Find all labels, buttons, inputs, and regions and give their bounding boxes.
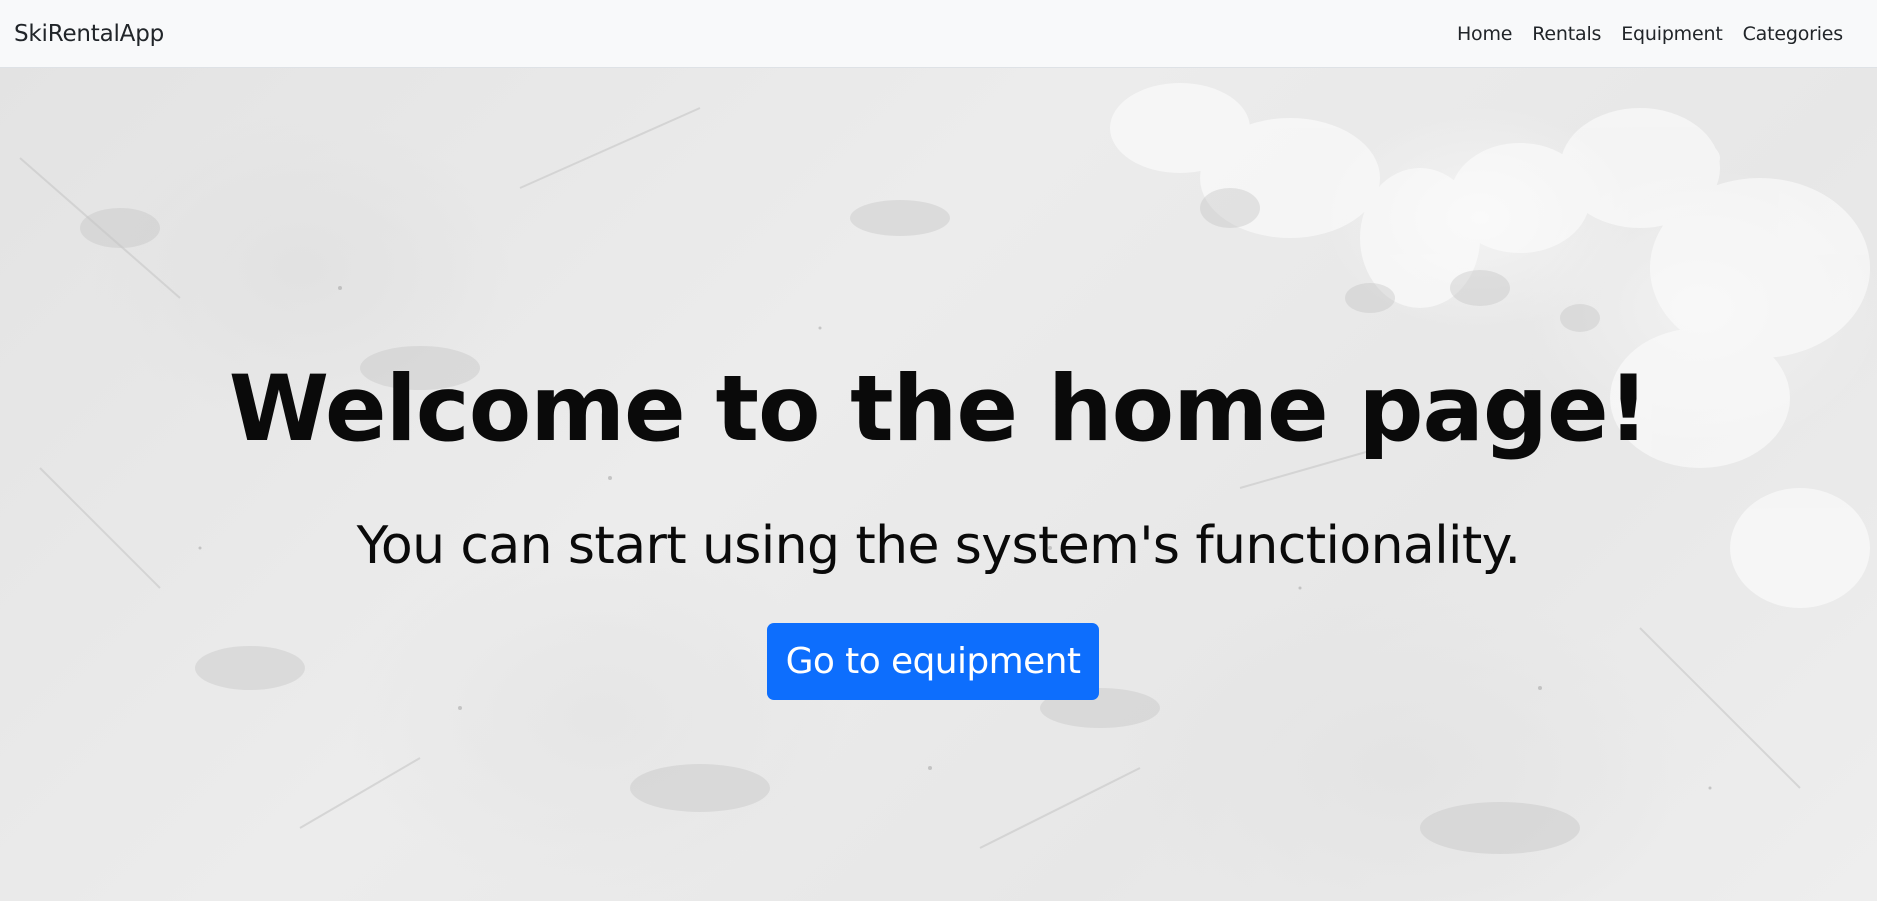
nav-link-rentals[interactable]: Rentals bbox=[1532, 23, 1601, 45]
go-to-equipment-button[interactable]: Go to equipment bbox=[767, 623, 1099, 700]
hero-subtitle: You can start using the system's functio… bbox=[356, 516, 1521, 576]
nav-link-home[interactable]: Home bbox=[1457, 23, 1513, 45]
nav-links: Home Rentals Equipment Categories bbox=[1457, 23, 1843, 45]
brand-link[interactable]: SkiRentalApp bbox=[14, 21, 164, 47]
hero-section: Welcome to the home page! You can start … bbox=[0, 68, 1877, 901]
hero-content: Welcome to the home page! You can start … bbox=[0, 68, 1877, 901]
hero-title: Welcome to the home page! bbox=[228, 357, 1650, 462]
top-navbar: SkiRentalApp Home Rentals Equipment Cate… bbox=[0, 0, 1877, 68]
nav-link-categories[interactable]: Categories bbox=[1743, 23, 1844, 45]
nav-link-equipment[interactable]: Equipment bbox=[1621, 23, 1723, 45]
